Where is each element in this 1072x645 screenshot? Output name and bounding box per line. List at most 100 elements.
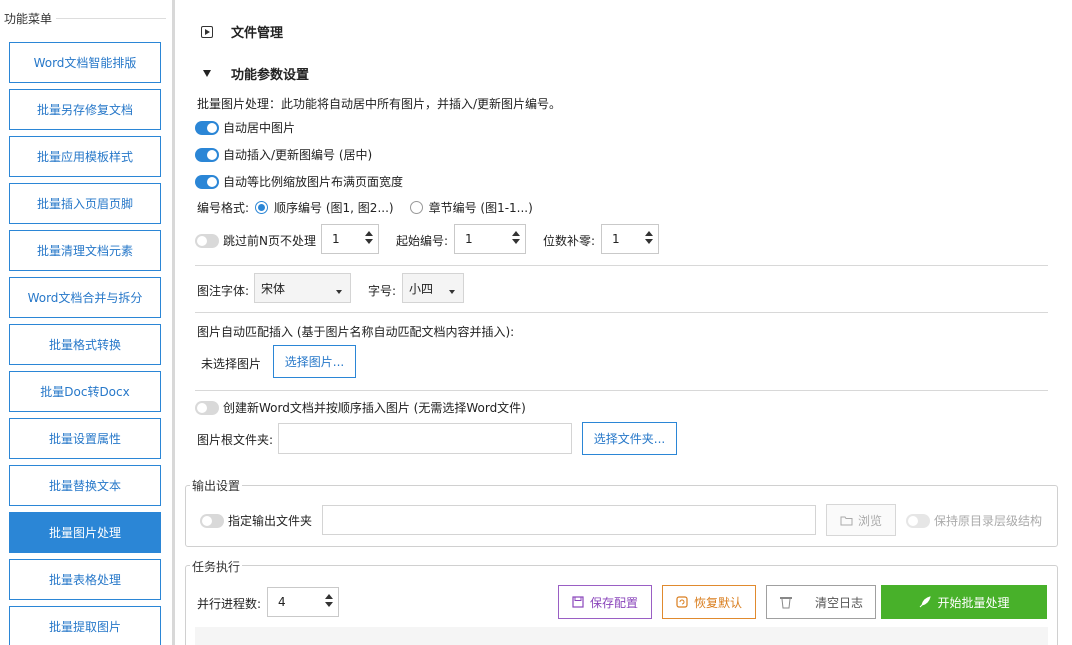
sequential-label: 顺序编号 (图1, 图2...): [274, 201, 394, 215]
chapter-label: 章节编号 (图1-1...): [428, 201, 533, 215]
task-title: 任务执行: [190, 558, 243, 575]
stepper-arrows-icon[interactable]: [645, 231, 653, 244]
chapter-radio[interactable]: [409, 201, 423, 214]
specify-output-toggle[interactable]: [200, 513, 224, 528]
menu-item-save-repair[interactable]: 批量另存修复文档: [9, 89, 161, 130]
start-batch-label: 开始批量处理: [937, 595, 1010, 610]
specify-output-label: 指定输出文件夹: [228, 514, 313, 528]
save-config-button[interactable]: 保存配置: [558, 585, 652, 619]
feature-description: 批量图片处理：此功能将自动居中所有图片，并插入/更新图片编号。: [197, 97, 562, 111]
create-new-label: 创建新Word文档并按顺序插入图片 (无需选择Word文件): [223, 401, 526, 415]
padding-stepper[interactable]: 1: [601, 224, 659, 254]
font-size-select[interactable]: 小四: [402, 273, 464, 303]
scale-toggle[interactable]: [195, 174, 219, 189]
center-label: 自动居中图片: [223, 121, 296, 135]
divider: [195, 265, 1048, 266]
skip-pages-value: 1: [332, 232, 340, 246]
divider: [195, 390, 1048, 391]
auto-match-title: 图片自动匹配插入 (基于图片名称自动匹配文档内容并插入):: [197, 325, 515, 339]
clear-log-label: 清空日志: [814, 595, 863, 610]
numbering-label: 自动插入/更新图编号 (居中): [223, 148, 373, 162]
restore-icon: [676, 596, 688, 608]
parallel-label: 并行进程数:: [197, 597, 262, 611]
root-folder-label: 图片根文件夹:: [197, 433, 274, 447]
caption-font-label: 图注字体:: [197, 284, 250, 298]
skip-row: 跳过前N页不处理: [195, 232, 316, 249]
params-section-label: 功能参数设置: [231, 68, 310, 83]
numbering-format-label: 编号格式:: [197, 201, 250, 215]
create-new-row: 创建新Word文档并按顺序插入图片 (无需选择Word文件): [195, 399, 526, 416]
menu-item-apply-template[interactable]: 批量应用模板样式: [9, 136, 161, 177]
restore-default-button[interactable]: 恢复默认: [662, 585, 756, 619]
skip-toggle[interactable]: [195, 233, 219, 248]
skip-pages-stepper[interactable]: 1: [321, 224, 379, 254]
output-folder-input[interactable]: [322, 505, 816, 535]
sidebar: 功能菜单 Word文档智能排版 批量另存修复文档 批量应用模板样式 批量插入页眉…: [0, 0, 172, 645]
browse-label: 浏览: [857, 513, 882, 528]
skip-label: 跳过前N页不处理: [223, 234, 316, 248]
start-number-value: 1: [465, 232, 473, 246]
menu-item-table-processing[interactable]: 批量表格处理: [9, 559, 161, 600]
stepper-arrows-icon[interactable]: [512, 231, 520, 244]
folder-icon: [840, 516, 853, 525]
menu-item-smart-layout[interactable]: Word文档智能排版: [9, 42, 161, 83]
numbering-toggle[interactable]: [195, 147, 219, 162]
collapse-icon: [203, 70, 211, 77]
create-new-toggle[interactable]: [195, 400, 219, 415]
root-folder-input[interactable]: [278, 423, 572, 454]
browse-button[interactable]: 浏览: [826, 504, 896, 536]
log-area[interactable]: [195, 627, 1048, 645]
menu-item-header-footer[interactable]: 批量插入页眉页脚: [9, 183, 161, 224]
menu-item-merge-split[interactable]: Word文档合并与拆分: [9, 277, 161, 318]
expand-icon: [201, 25, 213, 38]
file-section-label: 文件管理: [231, 26, 284, 41]
rocket-icon: [920, 595, 932, 607]
menu-item-clean-elements[interactable]: 批量清理文档元素: [9, 230, 161, 271]
option-scale-row: 自动等比例缩放图片布满页面宽度: [195, 173, 403, 190]
sequential-radio[interactable]: [255, 201, 269, 214]
params-section-header[interactable]: 功能参数设置: [203, 64, 309, 83]
padding-value: 1: [612, 232, 620, 246]
font-size-value: 小四: [409, 281, 434, 296]
padding-label: 位数补零:: [543, 234, 596, 248]
save-config-label: 保存配置: [589, 595, 638, 610]
stepper-arrows-icon[interactable]: [365, 231, 373, 244]
menu-item-format-convert[interactable]: 批量格式转换: [9, 324, 161, 365]
stepper-arrows-icon[interactable]: [325, 594, 333, 607]
keep-structure-row: 保持原目录层级结构: [906, 512, 1042, 529]
start-batch-button[interactable]: 开始批量处理: [881, 585, 1047, 619]
numbering-format-row: 编号格式: 顺序编号 (图1, 图2...) 章节编号 (图1-1...): [197, 199, 533, 216]
chevron-down-icon: [336, 290, 342, 294]
menu-item-extract-images[interactable]: 批量提取图片: [9, 606, 161, 645]
keep-structure-toggle[interactable]: [906, 513, 930, 528]
scale-label: 自动等比例缩放图片布满页面宽度: [223, 175, 404, 189]
menu-item-set-properties[interactable]: 批量设置属性: [9, 418, 161, 459]
sidebar-title-divider: [56, 18, 166, 19]
menu-item-replace-text[interactable]: 批量替换文本: [9, 465, 161, 506]
select-folder-button[interactable]: 选择文件夹...: [582, 422, 677, 455]
caption-font-value: 宋体: [261, 281, 286, 296]
divider: [195, 312, 1048, 313]
parallel-value: 4: [278, 595, 286, 609]
clear-log-button[interactable]: 清空日志: [766, 585, 876, 619]
restore-default-label: 恢复默认: [693, 595, 742, 610]
output-settings-title: 输出设置: [190, 477, 243, 494]
menu-item-image-processing[interactable]: 批量图片处理: [9, 512, 161, 553]
save-icon: [572, 596, 584, 608]
option-center-row: 自动居中图片: [195, 119, 295, 136]
keep-structure-label: 保持原目录层级结构: [934, 514, 1043, 528]
sidebar-title: 功能菜单: [4, 12, 53, 26]
start-number-stepper[interactable]: 1: [454, 224, 526, 254]
parallel-stepper[interactable]: 4: [267, 587, 339, 617]
select-images-button[interactable]: 选择图片...: [273, 345, 356, 378]
option-numbering-row: 自动插入/更新图编号 (居中): [195, 146, 372, 163]
auto-match-status: 未选择图片: [201, 357, 262, 371]
chevron-down-icon: [449, 290, 455, 294]
trash-icon: [779, 596, 792, 608]
menu-item-doc-to-docx[interactable]: 批量Doc转Docx: [9, 371, 161, 412]
file-section-header[interactable]: 文件管理: [201, 22, 283, 41]
main-panel: 文件管理 功能参数设置 批量图片处理：此功能将自动居中所有图片，并插入/更新图片…: [175, 0, 1072, 645]
font-size-label: 字号:: [368, 284, 397, 298]
caption-font-select[interactable]: 宋体: [254, 273, 351, 303]
center-toggle[interactable]: [195, 120, 219, 135]
